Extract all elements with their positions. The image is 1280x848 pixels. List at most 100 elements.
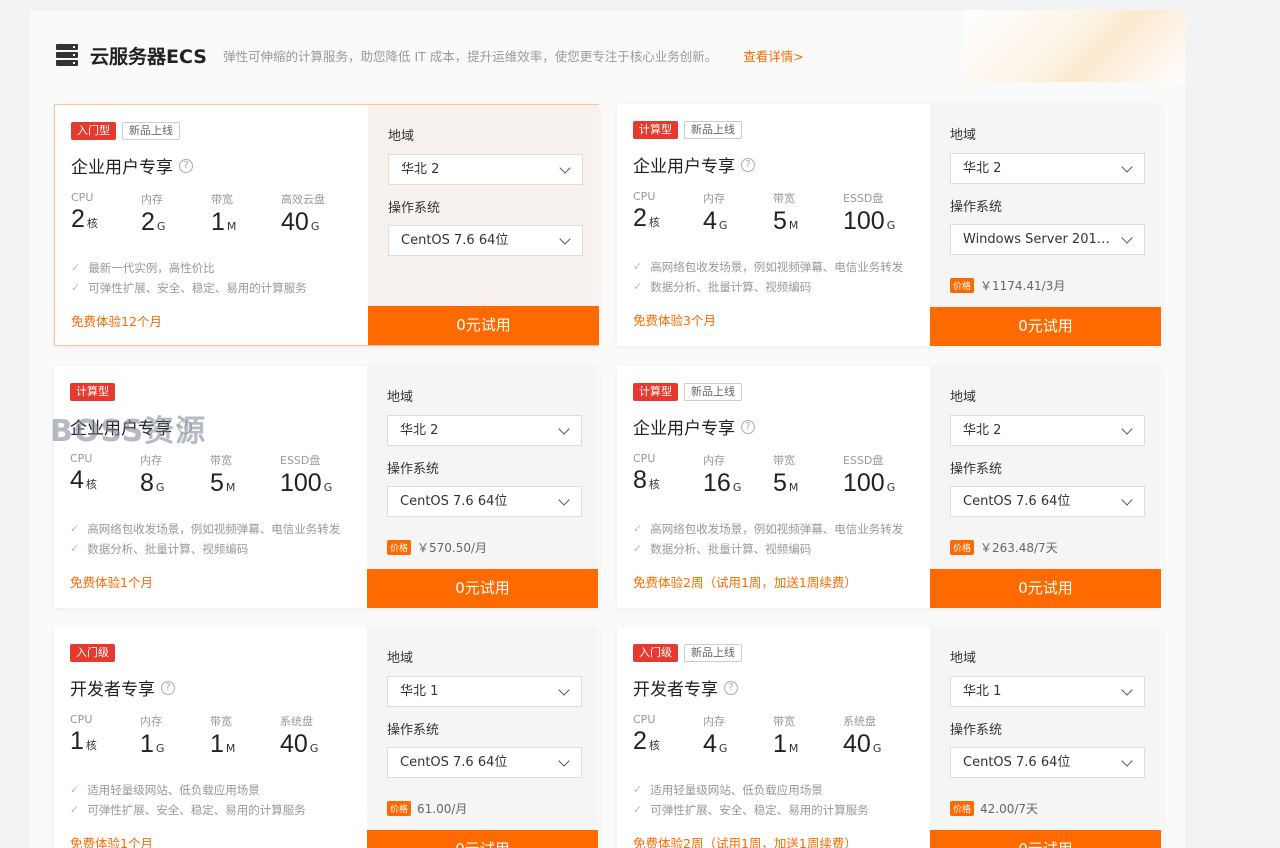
os-select[interactable]: CentOS 7.6 64位 xyxy=(950,486,1145,517)
feature-item: ✓ 数据分析、批量计算、视频编码 xyxy=(633,539,903,559)
spec-value: 8 xyxy=(140,469,154,497)
card-title: 企业用户专享? xyxy=(633,152,755,177)
spec-label: CPU xyxy=(71,191,94,204)
view-details-link[interactable]: 查看详情> xyxy=(743,46,803,65)
type-badge: 入门型 xyxy=(71,122,116,140)
region-select[interactable]: 华北 2 xyxy=(950,415,1145,446)
region-value: 华北 2 xyxy=(400,423,439,438)
spec-value: 1 xyxy=(773,730,787,758)
chevron-down-icon xyxy=(558,755,570,767)
price-row: 价格 ￥1174.41/3月 xyxy=(950,277,1065,294)
feature-item: ✓ 适用轻量级网站、低负载应用场景 xyxy=(633,780,869,800)
free-trial-button[interactable]: 0元试用 xyxy=(930,307,1161,346)
trial-duration: 免费体验1个月 xyxy=(70,575,153,590)
free-trial-button[interactable]: 0元试用 xyxy=(368,306,599,345)
free-trial-button[interactable]: 0元试用 xyxy=(367,830,598,848)
spec-unit: G xyxy=(309,742,319,755)
trial-duration: 免费体验3个月 xyxy=(633,313,716,328)
free-trial-button[interactable]: 0元试用 xyxy=(930,830,1161,848)
os-select[interactable]: CentOS 7.6 64位 xyxy=(950,747,1145,778)
spec-label: CPU xyxy=(633,713,656,726)
spec-value: 2 xyxy=(71,205,85,233)
spec-value: 1 xyxy=(210,730,224,758)
region-select[interactable]: 华北 1 xyxy=(950,676,1145,707)
spec-item: 带宽 1 M xyxy=(211,191,281,237)
spec-value: 100 xyxy=(843,469,885,497)
region-label: 地域 xyxy=(950,128,977,143)
spec-value: 40 xyxy=(843,730,871,758)
spec-label: ESSD盘 xyxy=(843,454,884,467)
feature-item: ✓ 适用轻量级网站、低负载应用场景 xyxy=(70,780,306,800)
feature-text: 高网络包收发场景，例如视频弹幕、电信业务转发 xyxy=(650,260,904,274)
section-header: 云服务器ECS 弹性可伸缩的计算服务，助您降低 IT 成本，提升运维效率，使您更… xyxy=(56,40,804,70)
os-select[interactable]: CentOS 7.6 64位 xyxy=(387,486,582,517)
spec-value: 8 xyxy=(633,466,647,494)
spec-item: 内存 1 G xyxy=(140,713,210,759)
help-icon[interactable]: ? xyxy=(741,419,755,434)
os-label: 操作系统 xyxy=(950,462,1003,477)
spec-label: 带宽 xyxy=(210,454,232,467)
chevron-down-icon xyxy=(1121,494,1133,506)
os-label: 操作系统 xyxy=(950,200,1003,215)
card-config: 地域华北 1 操作系统 CentOS 7.6 64位价格 42.00/7天 0元试用 xyxy=(930,627,1161,848)
region-select[interactable]: 华北 2 xyxy=(387,415,582,446)
os-select[interactable]: Windows Server 2019 数据中心版 64位中文版 xyxy=(950,224,1145,255)
spec-item: CPU 4 核 xyxy=(70,452,140,498)
spec-unit: G xyxy=(155,481,165,494)
spec-unit: 核 xyxy=(648,478,660,491)
help-icon[interactable]: ? xyxy=(741,157,755,172)
os-value: CentOS 7.6 64位 xyxy=(400,755,508,770)
help-icon[interactable]: ? xyxy=(724,680,738,695)
product-card: 计算型 新品上线 企业用户专享? CPU 8 核内存 16 G 带宽 5 M ESSD盘 100 G ✓ 高网… xyxy=(617,366,1162,608)
spec-label: ESSD盘 xyxy=(843,192,884,205)
card-config: 地域 华北 2 操作系统 CentOS 7.6 64位 价格 ￥263.48/7天 0元试用 xyxy=(930,366,1161,608)
spec-label: 内存 xyxy=(703,715,725,728)
region-select[interactable]: 华北 2 xyxy=(950,153,1145,184)
spec-value: 2 xyxy=(633,727,647,755)
spec-item: 带宽 5 M xyxy=(773,190,843,236)
product-card: 计算型 企业用户专享? CPU 4 核内存 8 G 带宽 5 M ESSD盘 100 G ✓ 高网络包收发场… xyxy=(54,366,599,608)
type-badge: 计算型 xyxy=(633,121,678,139)
os-select[interactable]: CentOS 7.6 64位 xyxy=(387,747,582,778)
os-select[interactable]: CentOS 7.6 64位 xyxy=(388,225,583,256)
card-info: 入门级 新品上线 开发者专享? CPU 2 核内存 4 G 带宽 1 M 系统盘 40 G ✓ 适用轻量级网站… xyxy=(617,627,930,848)
help-icon[interactable]: ? xyxy=(161,680,175,695)
price-badge: 价格 xyxy=(950,278,975,293)
spec-item: CPU 1 核 xyxy=(70,713,140,759)
os-value: CentOS 7.6 64位 xyxy=(400,494,508,509)
trial-duration: 免费体验12个月 xyxy=(71,314,162,329)
spec-unit: G xyxy=(156,220,166,233)
feature-text: 适用轻量级网站、低负载应用场景 xyxy=(650,783,823,797)
card-info: 入门型 新品上线 企业用户专享? CPU 2 核内存 2 G 带宽 1 M 高效云盘 40 G ✓ 最新一代实… xyxy=(55,105,368,345)
spec-unit: M xyxy=(788,219,799,232)
card-tags: 计算型 新品上线 xyxy=(633,121,742,139)
chevron-down-icon xyxy=(1121,161,1133,173)
spec-label: 系统盘 xyxy=(280,715,313,728)
spec-label: 系统盘 xyxy=(843,715,876,728)
price-value: 42.00/7天 xyxy=(980,802,1039,816)
spec-item: 带宽 5 M xyxy=(773,452,843,498)
spec-unit: G xyxy=(323,481,333,494)
free-trial-button[interactable]: 0元试用 xyxy=(367,569,598,608)
spec-label: CPU xyxy=(70,452,93,465)
chevron-down-icon xyxy=(1121,423,1133,435)
card-tags: 入门级 新品上线 xyxy=(633,644,742,662)
trial-duration: 免费体验1个月 xyxy=(70,836,153,848)
free-trial-button[interactable]: 0元试用 xyxy=(930,569,1161,608)
spec-value: 2 xyxy=(633,204,647,232)
price-row: 价格 61.00/月 xyxy=(387,800,467,817)
region-value: 华北 2 xyxy=(963,161,1002,176)
card-title-text: 企业用户专享 xyxy=(633,157,735,177)
spec-unit: M xyxy=(225,742,236,755)
check-icon: ✓ xyxy=(70,522,80,535)
check-icon: ✓ xyxy=(70,542,80,555)
region-select[interactable]: 华北 1 xyxy=(387,676,582,707)
check-icon: ✓ xyxy=(633,542,643,555)
card-tags: 计算型 新品上线 xyxy=(633,383,742,401)
region-select[interactable]: 华北 2 xyxy=(388,154,583,185)
price-badge: 价格 xyxy=(950,801,975,816)
spec-unit: M xyxy=(788,742,799,755)
help-icon[interactable]: ? xyxy=(179,158,193,173)
spec-unit: G xyxy=(310,220,320,233)
spec-value: 1 xyxy=(211,208,225,236)
